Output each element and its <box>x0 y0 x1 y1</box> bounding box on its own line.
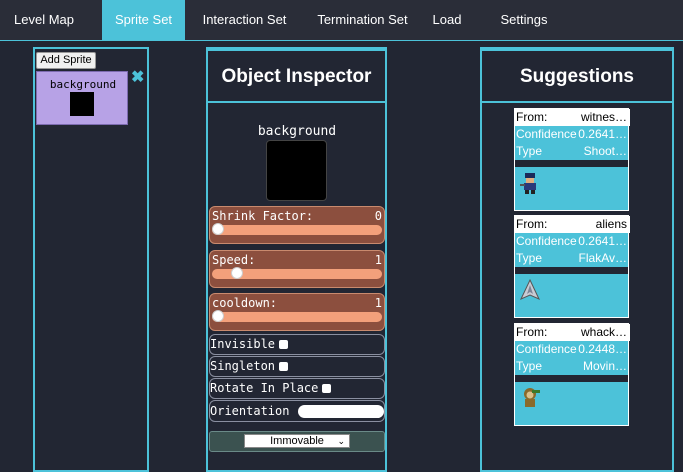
slider-value: 0 <box>374 209 382 223</box>
soldier-icon <box>518 171 542 195</box>
tab-sprite-set[interactable]: Sprite Set <box>102 0 185 40</box>
tab-interaction-set[interactable]: Interaction Set <box>197 0 292 40</box>
tab-level-map[interactable]: Level Map <box>0 0 88 40</box>
sprite-preview <box>266 140 327 201</box>
suggestion-from-row: From: whack… <box>515 324 630 341</box>
rotate-label: Rotate In Place <box>210 381 319 395</box>
slider-label: Shrink Factor: <box>212 209 314 223</box>
confidence-label: Confidence <box>516 342 577 356</box>
slider-knob[interactable] <box>212 223 224 235</box>
slider-0: Shrink Factor: 0 <box>209 206 385 244</box>
suggestion-from-row: From: aliens <box>515 216 630 233</box>
type-select[interactable]: Immovable ⌄ <box>244 434 350 448</box>
checkbox-singleton[interactable]: Singleton <box>209 356 385 377</box>
type-value: Movin… <box>582 359 627 373</box>
from-label: From: <box>516 325 548 339</box>
singleton-label: Singleton <box>210 359 276 373</box>
slider-knob[interactable] <box>230 267 243 279</box>
confidence-label: Confidence <box>516 234 577 248</box>
type-label: Type <box>516 251 543 265</box>
sprite-thumbnail <box>70 92 94 116</box>
tab-settings[interactable]: Settings <box>494 0 554 40</box>
close-icon[interactable]: ✖ <box>131 70 144 86</box>
monkey-icon <box>518 386 542 410</box>
type-select-value: Immovable <box>270 435 324 447</box>
inspector-sprite-name: background <box>257 124 337 139</box>
tab-load[interactable]: Load <box>428 0 466 40</box>
slider-value: 1 <box>374 253 382 267</box>
confidence-value: 0.2448… <box>578 342 627 356</box>
orientation-label: Orientation <box>210 404 290 418</box>
from-label: From: <box>516 110 548 124</box>
type-select-row: Immovable ⌄ <box>209 431 385 452</box>
divider <box>515 160 628 167</box>
suggestion-confidence-row: Confidence 0.2448… <box>515 341 630 358</box>
suggestion-type-row: Type Shoot… <box>515 143 630 160</box>
slider-label: cooldown: <box>212 296 278 310</box>
suggestion-card[interactable]: From: whack… Confidence 0.2448… Type Movin… <box>514 323 630 426</box>
add-sprite-button[interactable]: Add Sprite <box>36 52 96 69</box>
chevron-down-icon: ⌄ <box>337 436 345 446</box>
sprite-card-label: background <box>49 78 117 91</box>
spaceship-icon <box>518 278 542 302</box>
from-value: whack… <box>580 325 627 339</box>
suggestion-confidence-row: Confidence 0.2641… <box>515 233 630 250</box>
checkbox-rotate-in-place[interactable]: Rotate In Place <box>209 378 385 399</box>
confidence-label: Confidence <box>516 127 577 141</box>
suggestion-from-row: From: witnes… <box>515 109 630 126</box>
slider-value: 1 <box>374 296 382 310</box>
orientation-input[interactable] <box>298 405 384 418</box>
slider-knob[interactable] <box>212 310 224 322</box>
divider <box>515 267 628 274</box>
rotate-checkbox[interactable] <box>322 384 332 394</box>
suggestions-title: Suggestions <box>480 49 674 103</box>
slider-2: cooldown: 1 <box>209 293 385 331</box>
divider <box>515 375 628 382</box>
type-label: Type <box>516 359 543 373</box>
singleton-checkbox[interactable] <box>279 362 289 372</box>
suggestion-confidence-row: Confidence 0.2641… <box>515 126 630 143</box>
type-label: Type <box>516 144 543 158</box>
tab-termination-set[interactable]: Termination Set <box>310 0 415 40</box>
from-label: From: <box>516 217 548 231</box>
tab-bar: Level Map Sprite Set Interaction Set Ter… <box>0 0 683 41</box>
suggestion-type-row: Type Movin… <box>515 358 630 375</box>
inspector-title: Object Inspector <box>206 49 387 103</box>
sprite-card-background[interactable]: background <box>36 71 128 125</box>
invisible-checkbox[interactable] <box>279 340 289 350</box>
from-value: witnes… <box>580 110 627 124</box>
slider-1: Speed: 1 <box>209 250 385 288</box>
slider-track[interactable] <box>212 312 382 322</box>
slider-label: Speed: <box>212 253 256 267</box>
confidence-value: 0.2641… <box>578 234 627 248</box>
suggestion-card[interactable]: From: aliens Confidence 0.2641… Type FlakAv… <box>514 215 630 318</box>
slider-track[interactable] <box>212 225 382 235</box>
type-value: FlakAv… <box>578 251 627 265</box>
suggestion-card[interactable]: From: witnes… Confidence 0.2641… Type Shoot… <box>514 108 630 211</box>
orientation-row: Orientation <box>209 400 385 422</box>
checkbox-invisible[interactable]: Invisible <box>209 334 385 355</box>
from-value: aliens <box>595 217 627 231</box>
invisible-label: Invisible <box>210 337 276 351</box>
type-value: Shoot… <box>583 144 627 158</box>
confidence-value: 0.2641… <box>578 127 627 141</box>
suggestion-type-row: Type FlakAv… <box>515 250 630 267</box>
